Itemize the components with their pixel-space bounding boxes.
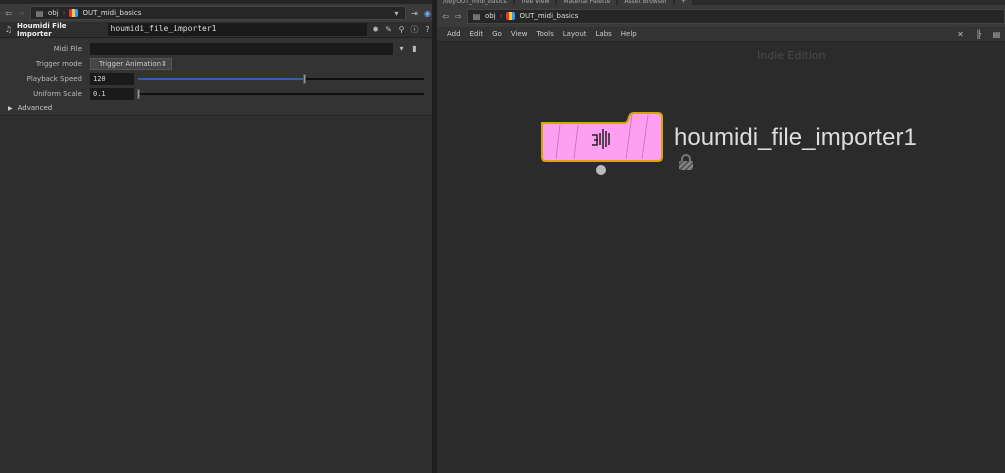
playback-speed-input[interactable]: 120 — [90, 72, 134, 85]
forward-icon[interactable]: ⇨ — [17, 9, 26, 18]
search-icon[interactable]: ⚲ — [397, 25, 406, 34]
parameter-pane: ⇦ ⇨ ▤ obj › OUT_midi_basics ▾ ⇥ ◉ ♫ Houm… — [0, 0, 432, 473]
menu-layout[interactable]: Layout — [563, 30, 587, 38]
tab[interactable]: Material Palette — [557, 0, 617, 5]
obj-folder-icon: ▤ — [35, 8, 44, 18]
expand-triangle-icon: ▶ — [8, 104, 13, 112]
path-bar: ⇦ ⇨ ▤ obj › OUT_midi_basics ▾ ⇥ ◉ — [0, 4, 432, 22]
watermark: Indie Edition — [757, 49, 826, 62]
file-browse-icon[interactable]: ▮ — [410, 44, 419, 53]
menu-bar: Add Edit Go View Tools Layout Labs Help … — [437, 27, 1005, 42]
slider-handle[interactable] — [137, 88, 140, 99]
help-icon[interactable]: ? — [423, 25, 432, 34]
path-field[interactable]: ▤ obj › OUT_midi_basics ▾ — [30, 6, 406, 20]
brush-icon[interactable]: ✎ — [384, 25, 393, 34]
menu-labs[interactable]: Labs — [596, 30, 612, 38]
param-uniform-scale: Uniform Scale 0.1 — [0, 86, 432, 101]
path-node[interactable]: OUT_midi_basics — [82, 9, 141, 17]
node-type-icon: ♫ — [4, 25, 13, 34]
obj-folder-icon: ▤ — [472, 11, 481, 21]
dropdown-icon[interactable]: ▾ — [392, 9, 401, 18]
tab[interactable]: /obj/OUT_midi_basics — [437, 0, 513, 5]
menu-edit[interactable]: Edit — [470, 30, 484, 38]
uniform-scale-slider[interactable] — [137, 88, 424, 100]
playback-speed-slider[interactable] — [138, 73, 424, 85]
tools-icon[interactable]: ✕ — [956, 30, 965, 39]
pin-icon[interactable]: ⇥ — [410, 9, 419, 18]
path-root[interactable]: obj — [485, 12, 496, 20]
path-field[interactable]: ▤ obj › OUT_midi_basics — [467, 8, 1005, 24]
advanced-folder[interactable]: ▶ Advanced — [0, 101, 432, 116]
menu-help[interactable]: Help — [621, 30, 637, 38]
param-playback-speed: Playback Speed 120 — [0, 71, 432, 86]
node-type-label: Houmidi File Importer — [16, 21, 67, 38]
dropdown-icon[interactable]: ▾ — [397, 44, 406, 53]
updown-icon: ⇕ — [161, 59, 167, 68]
info-icon[interactable]: ⓘ — [410, 25, 419, 34]
network-pane: /obj/OUT_midi_basics Tree View Material … — [437, 0, 1005, 473]
param-midi-file: Midi File ▾ ▮ — [0, 41, 432, 56]
menu-view[interactable]: View — [511, 30, 528, 38]
back-icon[interactable]: ⇦ — [441, 12, 450, 21]
add-tab-button[interactable]: + — [675, 0, 693, 5]
node-shape[interactable] — [540, 111, 664, 163]
menu-add[interactable]: Add — [447, 30, 461, 38]
advanced-label: Advanced — [17, 104, 53, 112]
path-node[interactable]: OUT_midi_basics — [519, 12, 578, 20]
list-icon[interactable]: ▤ — [992, 30, 1001, 39]
node-icon — [69, 9, 79, 17]
trigger-mode-select[interactable]: Trigger Animation ⇕ — [90, 57, 172, 70]
link-icon[interactable]: ◉ — [423, 9, 432, 18]
node-name-label[interactable]: houmidi_file_importer1 — [674, 124, 917, 152]
node-header: ♫ Houmidi File Importer houmidi_file_imp… — [0, 22, 432, 38]
path-bar: ⇦ ⇨ ▤ obj › OUT_midi_basics — [437, 5, 1005, 27]
path-root[interactable]: obj — [48, 9, 59, 17]
back-icon[interactable]: ⇦ — [4, 9, 13, 18]
menu-tools[interactable]: Tools — [536, 30, 553, 38]
node-icon — [506, 12, 516, 20]
uniform-scale-input[interactable]: 0.1 — [90, 87, 134, 100]
param-label: Trigger mode — [35, 59, 82, 68]
lock-icon[interactable] — [679, 154, 693, 170]
menu-go[interactable]: Go — [492, 30, 502, 38]
node-name-field[interactable]: houmidi_file_importer1 — [107, 23, 368, 36]
tree-icon[interactable]: ╠ — [974, 30, 983, 39]
forward-icon[interactable]: ⇨ — [454, 12, 463, 21]
param-label: Uniform Scale — [33, 89, 82, 98]
network-node[interactable] — [540, 111, 664, 175]
tab[interactable]: Tree View — [514, 0, 556, 5]
tab[interactable]: Asset Browser — [618, 0, 674, 5]
param-label: Playback Speed — [26, 74, 82, 83]
select-value: Trigger Animation — [99, 59, 162, 68]
gear-icon[interactable]: ✹ — [371, 25, 380, 34]
param-trigger-mode: Trigger mode Trigger Animation ⇕ — [0, 56, 432, 71]
midi-file-input[interactable] — [90, 42, 393, 55]
node-output-connector[interactable] — [596, 165, 606, 175]
param-label: Midi File — [53, 44, 82, 53]
slider-handle[interactable] — [302, 73, 306, 84]
